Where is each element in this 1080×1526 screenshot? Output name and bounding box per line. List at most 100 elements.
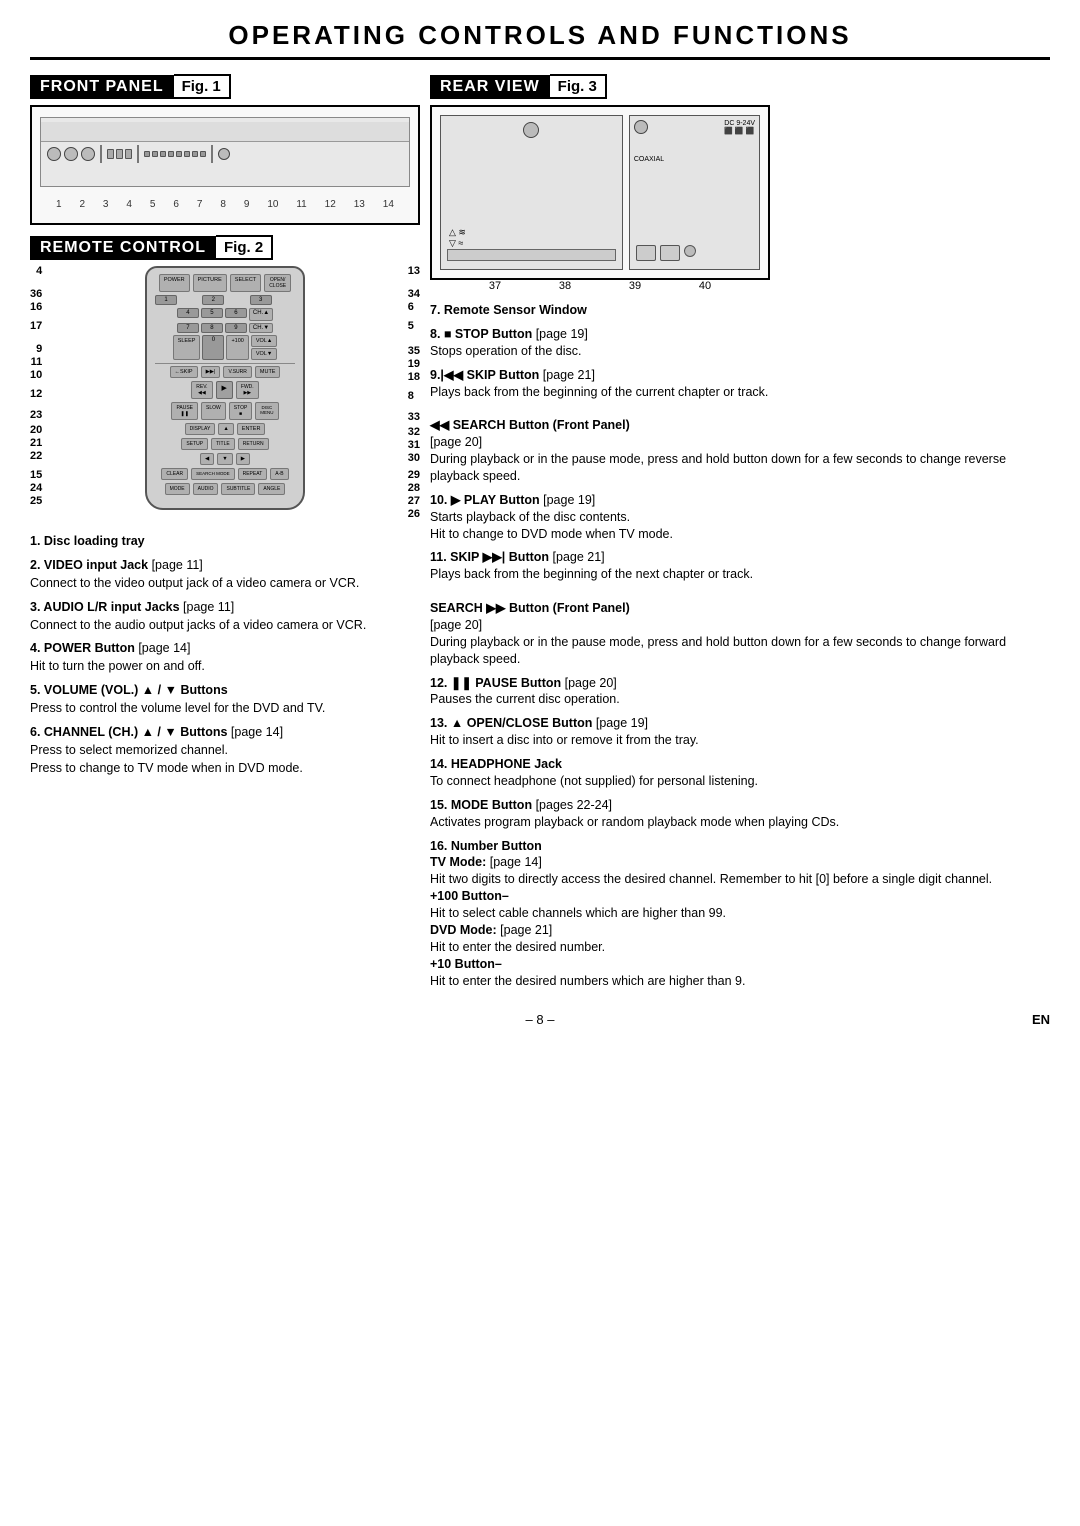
page-footer: – 8 – EN <box>30 1012 1050 1027</box>
disc-menu-btn[interactable]: DISCMENU <box>255 402 278 420</box>
desc-6: 6. CHANNEL (CH.) ▲ / ▼ Buttons [page 14]… <box>30 723 420 777</box>
return-btn[interactable]: RETURN <box>238 438 269 450</box>
remote-right-labels: 13 34 6 5 35 19 18 8 33 32 31 30 29 28 2… <box>403 266 420 520</box>
num-0[interactable]: 0 <box>202 335 224 360</box>
vsurr-btn[interactable]: V.SURR <box>223 366 251 378</box>
audio-btn[interactable]: AUDIO <box>193 483 219 495</box>
skip-back-btn[interactable]: ←SKIP <box>170 366 198 378</box>
desc-5: 5. VOLUME (VOL.) ▲ / ▼ Buttons Press to … <box>30 681 420 717</box>
num-3[interactable]: 3 <box>250 295 272 305</box>
desc-12: 12. ❚❚ PAUSE Button [page 20] Pauses the… <box>430 675 1050 709</box>
rear-view-section: REAR VIEW Fig. 3 △ ≋ ▽ ≈ <box>430 74 1050 292</box>
slow-btn[interactable]: SLOW <box>201 402 226 420</box>
play-btn[interactable]: ▶ <box>216 381 233 399</box>
mute-btn[interactable]: MUTE <box>255 366 281 378</box>
left-label-4: 4 <box>36 266 42 277</box>
right-label-5: 5 <box>408 321 414 332</box>
sleep-btn[interactable]: SLEEP <box>173 335 201 360</box>
num-4[interactable]: 4 <box>177 308 199 318</box>
select-btn[interactable]: SELECT <box>230 274 261 292</box>
nav-right-btn[interactable]: ▶ <box>236 453 250 465</box>
right-label-34: 34 <box>408 289 420 300</box>
right-label-29: 29 <box>408 470 420 481</box>
ch-down-btn[interactable]: CH.▼ <box>249 323 273 333</box>
enter-btn[interactable]: ENTER <box>237 423 266 435</box>
pause-btn[interactable]: PAUSE❚❚ <box>171 402 198 420</box>
right-label-18: 18 <box>408 372 420 383</box>
nav-down-btn[interactable]: ▼ <box>217 453 232 465</box>
ab-btn[interactable]: A-B <box>270 468 288 480</box>
desc-7: 7. Remote Sensor Window <box>430 302 1050 319</box>
left-label-23: 23 <box>30 410 42 421</box>
skip-fwd-btn[interactable]: ▶▶| <box>201 366 221 378</box>
nav-up-btn[interactable]: ▲ <box>218 423 233 435</box>
search-mode-btn[interactable]: SEARCH MODE <box>191 468 235 480</box>
num-6[interactable]: 6 <box>225 308 247 318</box>
lang-label: EN <box>1032 1012 1050 1027</box>
desc-3: 3. AUDIO L/R input Jacks [page 11] Conne… <box>30 598 420 634</box>
rear-num-38: 38 <box>559 280 571 292</box>
rev-btn[interactable]: REV.◀◀ <box>191 381 212 399</box>
numpad: 1 2 3 <box>155 295 295 305</box>
front-panel-diagram: 1234567 891011121314 <box>30 105 420 225</box>
repeat-btn[interactable]: REPEAT <box>238 468 268 480</box>
desc-13: 13. ▲ OPEN/CLOSE Button [page 19] Hit to… <box>430 715 1050 749</box>
remote-left-labels: 4 36 16 17 9 11 10 12 23 20 21 22 15 24 … <box>30 266 47 507</box>
right-label-26: 26 <box>408 509 420 520</box>
desc-9: 9.|◀◀ SKIP Button [page 21] Plays back f… <box>430 367 1050 485</box>
num-2[interactable]: 2 <box>202 295 224 305</box>
stop-btn[interactable]: STOP■ <box>229 402 253 420</box>
front-panel-label: FRONT PANEL <box>30 75 174 99</box>
desc-2: 2. VIDEO input Jack [page 11] Connect to… <box>30 556 420 592</box>
display-btn[interactable]: DISPLAY <box>185 423 216 435</box>
left-label-15: 15 <box>30 470 42 481</box>
vol-up-btn[interactable]: VOL▲ <box>251 335 277 347</box>
clear-btn[interactable]: CLEAR <box>161 468 188 480</box>
nav-left-btn[interactable]: ◀ <box>200 453 214 465</box>
desc-10: 10. ▶ PLAY Button [page 19] Starts playb… <box>430 492 1050 543</box>
left-label-16: 16 <box>30 302 42 313</box>
right-label-13: 13 <box>408 266 420 277</box>
picture-btn[interactable]: PICTURE <box>193 274 227 292</box>
angle-btn[interactable]: ANGLE <box>258 483 285 495</box>
setup-btn[interactable]: SETUP <box>181 438 208 450</box>
left-label-21: 21 <box>30 438 42 449</box>
fwd-btn[interactable]: FWD.▶▶ <box>236 381 259 399</box>
remote-diagram-wrapper: 4 36 16 17 9 11 10 12 23 20 21 22 15 24 … <box>30 266 420 520</box>
remote-control-header: REMOTE CONTROL Fig. 2 <box>30 235 420 260</box>
num-9[interactable]: 9 <box>225 323 247 333</box>
rear-right-box: DC 9-24V⬛ ⬛ ⬛ COAXIAL <box>629 115 760 270</box>
right-label-28: 28 <box>408 483 420 494</box>
desc-1: 1. Disc loading tray <box>30 532 420 550</box>
mode-btn[interactable]: MODE <box>165 483 190 495</box>
left-label-20: 20 <box>30 425 42 436</box>
desc-16: 16. Number Button TV Mode: [page 14] Hit… <box>430 838 1050 990</box>
right-label-6: 6 <box>408 302 414 313</box>
left-label-36: 36 <box>30 289 42 300</box>
rear-view-label: REAR VIEW <box>430 75 550 99</box>
desc-8: 8. ■ STOP Button [page 19] Stops operati… <box>430 326 1050 360</box>
right-label-35: 35 <box>408 346 420 357</box>
page-title: OPERATING CONTROLS AND FUNCTIONS <box>30 20 1050 60</box>
remote-body: POWER PICTURE SELECT OPEN/CLOSE 1 2 3 4 <box>145 266 305 510</box>
vol-down-btn[interactable]: VOL▼ <box>251 348 277 360</box>
num-5[interactable]: 5 <box>201 308 223 318</box>
left-label-17: 17 <box>30 321 42 332</box>
title-btn[interactable]: TITLE <box>211 438 235 450</box>
rear-num-40: 40 <box>699 280 711 292</box>
num-1[interactable]: 1 <box>155 295 177 305</box>
ch-up-btn[interactable]: CH.▲ <box>249 308 273 321</box>
page-number: – 8 – <box>526 1012 555 1027</box>
front-panel-fig: Fig. 1 <box>174 74 231 99</box>
num-7[interactable]: 7 <box>177 323 199 333</box>
rear-view-fig: Fig. 3 <box>550 74 607 99</box>
rear-view-diagram: △ ≋ ▽ ≈ DC 9-24V⬛ ⬛ ⬛ C <box>430 105 770 280</box>
plus100-btn[interactable]: +100 <box>226 335 248 360</box>
num-8[interactable]: 8 <box>201 323 223 333</box>
subtitle-btn[interactable]: SUBTITLE <box>221 483 255 495</box>
power-btn[interactable]: POWER <box>159 274 190 292</box>
left-label-11: 11 <box>31 357 43 368</box>
open-close-btn[interactable]: OPEN/CLOSE <box>264 274 291 292</box>
left-label-24: 24 <box>30 483 42 494</box>
rear-view-numbers: 37 38 39 40 <box>430 280 770 292</box>
